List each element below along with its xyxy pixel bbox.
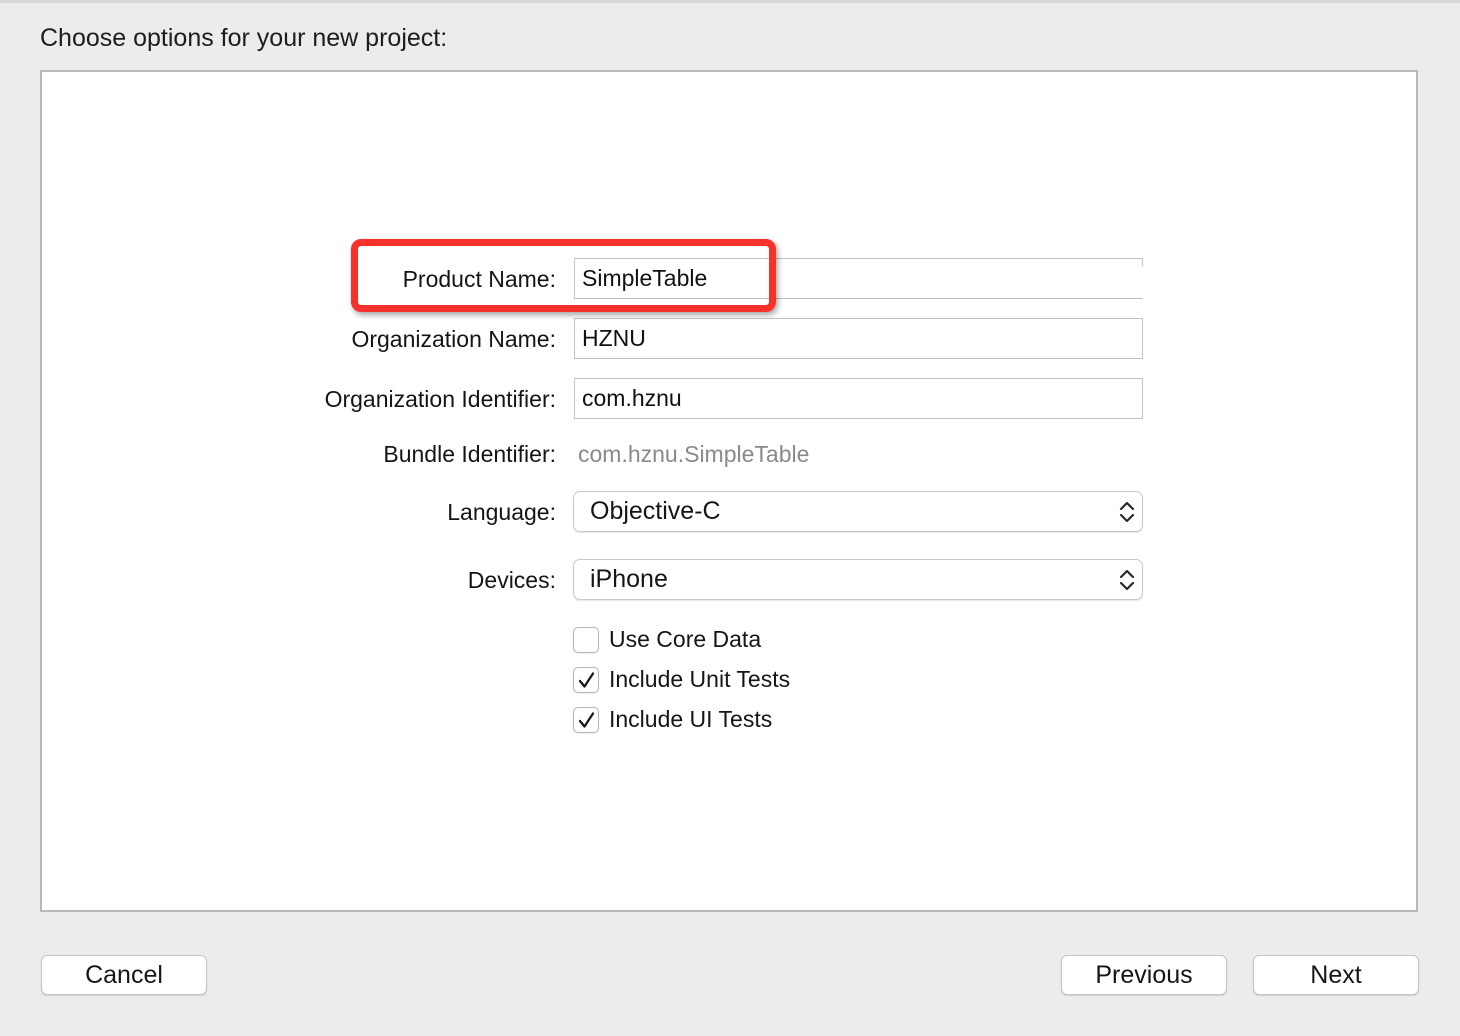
language-label: Language: [447,499,556,525]
window-top-edge [0,0,1460,3]
chevron-up-down-icon [1118,566,1136,594]
cancel-button[interactable]: Cancel [41,955,207,995]
use-core-data-checkbox[interactable] [573,627,599,653]
chevron-up-down-icon [1118,498,1136,526]
include-ui-tests-checkbox[interactable] [573,707,599,733]
devices-label: Devices: [467,567,556,593]
devices-selected-value: iPhone [590,565,668,593]
next-button[interactable]: Next [1253,955,1419,995]
include-unit-tests-label[interactable]: Include Unit Tests [609,664,790,694]
organization-identifier-field[interactable]: com.hznu [574,378,1143,419]
include-unit-tests-checkbox[interactable] [573,667,599,693]
checkmark-icon [578,672,595,688]
product-name-label: Product Name: [402,266,556,292]
language-selected-value: Objective-C [590,497,721,525]
organization-name-field[interactable]: HZNU [574,318,1143,359]
language-popup[interactable]: Objective-C [573,491,1143,532]
devices-popup[interactable]: iPhone [573,559,1143,600]
product-name-field[interactable]: SimpleTable [574,258,1143,299]
checkmark-icon [578,712,595,728]
use-core-data-label[interactable]: Use Core Data [609,624,761,654]
organization-name-label: Organization Name: [351,326,556,352]
organization-identifier-label: Organization Identifier: [324,386,556,412]
bundle-identifier-label: Bundle Identifier: [383,441,556,467]
include-ui-tests-label[interactable]: Include UI Tests [609,704,772,734]
bundle-identifier-value: com.hznu.SimpleTable [578,441,810,467]
page-title: Choose options for your new project: [40,24,448,52]
previous-button[interactable]: Previous [1061,955,1227,995]
